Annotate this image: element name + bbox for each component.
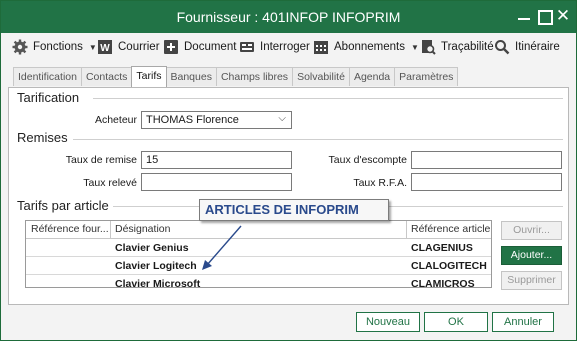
supplier-window: Fournisseur : 401INFOP INFOPRIM ✕ Foncti… — [0, 0, 577, 341]
annotation-arrow — [202, 225, 242, 270]
